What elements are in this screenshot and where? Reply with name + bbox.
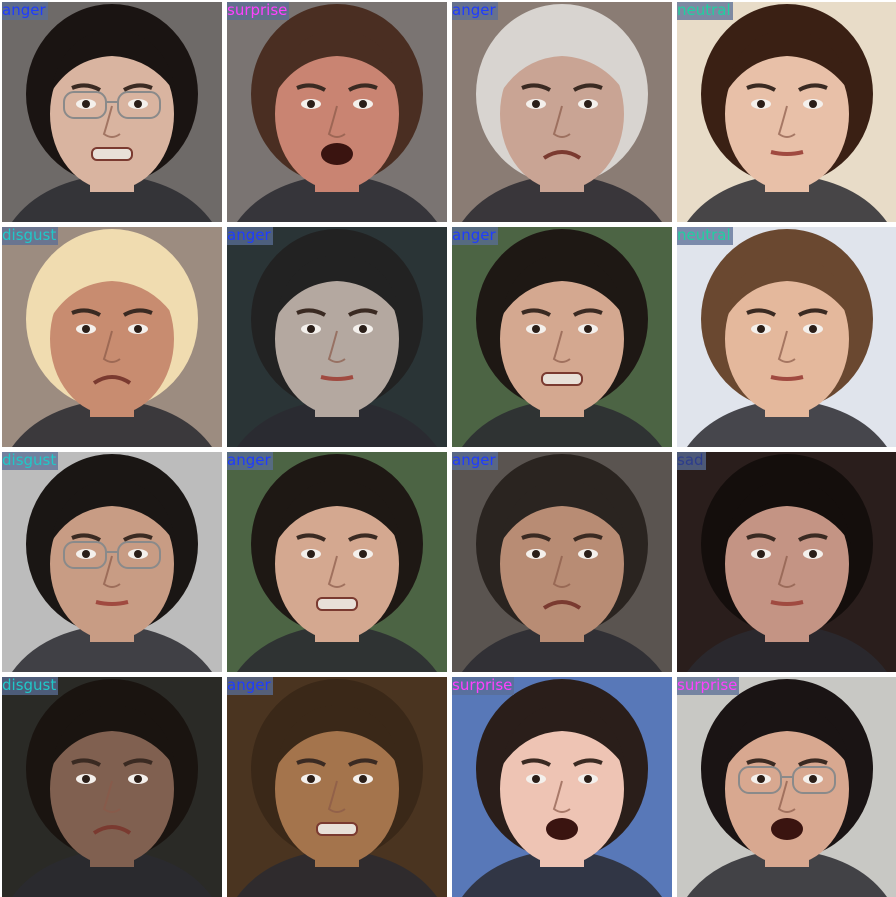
emotion-label: surprise [677, 677, 740, 695]
right-pupil [809, 325, 817, 333]
emotion-label: surprise [227, 2, 290, 20]
right-pupil [134, 550, 142, 558]
right-pupil [134, 325, 142, 333]
face-photo [677, 452, 896, 672]
left-pupil [532, 550, 540, 558]
face-tile: anger [452, 452, 672, 672]
face-photo [452, 677, 672, 897]
face-tile: disgust [2, 227, 222, 447]
face-photo [227, 677, 447, 897]
mouth [546, 818, 578, 840]
right-pupil [584, 775, 592, 783]
emotion-label: anger [227, 677, 273, 695]
face-photo [227, 452, 447, 672]
face-tile: neutral [677, 227, 896, 447]
face-photo [677, 677, 896, 897]
face-tile: anger [227, 452, 447, 672]
right-pupil [809, 550, 817, 558]
right-pupil [584, 325, 592, 333]
face-photo [2, 2, 222, 222]
face-tile: surprise [227, 2, 447, 222]
face-photo [2, 452, 222, 672]
emotion-label: neutral [677, 227, 733, 245]
right-pupil [359, 325, 367, 333]
face-photo [227, 2, 447, 222]
emotion-label: disgust [2, 227, 59, 245]
right-pupil [809, 100, 817, 108]
face-grid: anger surprise anger neutral disgust anger ang… [0, 0, 896, 897]
right-pupil [584, 100, 592, 108]
face-photo [227, 227, 447, 447]
mouth [321, 143, 353, 165]
left-pupil [82, 325, 90, 333]
face-tile: anger [227, 227, 447, 447]
left-pupil [307, 775, 315, 783]
emotion-label: anger [452, 2, 498, 20]
mouth [91, 147, 133, 161]
left-pupil [532, 325, 540, 333]
emotion-label: surprise [452, 677, 515, 695]
left-pupil [82, 100, 90, 108]
face-tile: anger [452, 2, 672, 222]
face-tile: disgust [2, 452, 222, 672]
mouth [541, 372, 583, 386]
mouth [771, 818, 803, 840]
face-photo [452, 227, 672, 447]
right-pupil [359, 775, 367, 783]
face-photo [452, 2, 672, 222]
left-pupil [532, 775, 540, 783]
emotion-label: anger [227, 227, 273, 245]
left-pupil [307, 325, 315, 333]
mouth [770, 600, 804, 606]
face-photo [452, 452, 672, 672]
face-photo [2, 227, 222, 447]
mouth [770, 375, 804, 381]
left-pupil [82, 775, 90, 783]
emotion-label: anger [227, 452, 273, 470]
left-pupil [757, 100, 765, 108]
mouth [770, 150, 804, 156]
emotion-label: disgust [2, 677, 59, 695]
face-tile: surprise [452, 677, 672, 897]
left-pupil [307, 550, 315, 558]
face-tile: anger [2, 2, 222, 222]
right-pupil [134, 100, 142, 108]
face-tile: neutral [677, 2, 896, 222]
left-pupil [757, 550, 765, 558]
left-pupil [82, 550, 90, 558]
face-photo [2, 677, 222, 897]
emotion-label: anger [452, 452, 498, 470]
mouth [95, 600, 129, 606]
left-pupil [532, 100, 540, 108]
mouth [316, 822, 358, 836]
emotion-label: disgust [2, 452, 59, 470]
right-pupil [359, 550, 367, 558]
face-tile: sad [677, 452, 896, 672]
face-photo [677, 227, 896, 447]
emotion-label: sad [677, 452, 706, 470]
left-pupil [307, 100, 315, 108]
face-tile: anger [452, 227, 672, 447]
face-tile: surprise [677, 677, 896, 897]
right-pupil [809, 775, 817, 783]
right-pupil [134, 775, 142, 783]
mouth [316, 597, 358, 611]
right-pupil [584, 550, 592, 558]
emotion-label: anger [452, 227, 498, 245]
emotion-label: anger [2, 2, 48, 20]
mouth [320, 375, 354, 381]
emotion-label: neutral [677, 2, 733, 20]
face-photo [677, 2, 896, 222]
right-pupil [359, 100, 367, 108]
face-tile: disgust [2, 677, 222, 897]
left-pupil [757, 325, 765, 333]
left-pupil [757, 775, 765, 783]
face-tile: anger [227, 677, 447, 897]
